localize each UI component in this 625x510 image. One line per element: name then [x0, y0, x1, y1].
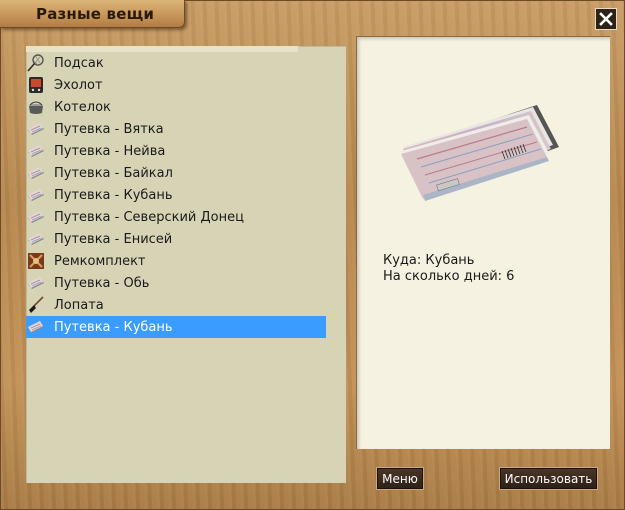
item-list-panel: Подсак Эхолот Котелок Путевка - Вятка Путевк…	[26, 46, 346, 483]
list-item[interactable]: Путевка - Нейва	[26, 140, 326, 162]
title-tab: Разные вещи	[0, 0, 185, 28]
menu-button[interactable]: Меню	[376, 467, 424, 490]
list-header-strip	[26, 46, 298, 52]
list-item[interactable]: Путевка - Северский Донец	[26, 206, 326, 228]
landing-net-icon	[26, 54, 46, 72]
ticket-stack-icon	[387, 87, 562, 211]
list-item-label: Котелок	[54, 99, 111, 115]
ticket-icon	[26, 142, 46, 160]
ticket-icon	[26, 318, 46, 336]
list-item-label: Путевка - Байкал	[54, 165, 173, 181]
list-item[interactable]: Путевка - Енисей	[26, 228, 326, 250]
item-list: Подсак Эхолот Котелок Путевка - Вятка Путевк…	[26, 52, 346, 338]
list-item[interactable]: Путевка - Обь	[26, 272, 326, 294]
window-title: Разные вещи	[36, 5, 155, 23]
list-item-label: Путевка - Нейва	[54, 143, 166, 159]
close-icon	[599, 12, 613, 26]
ticket-icon	[26, 274, 46, 292]
list-item-label: Путевка - Северский Донец	[54, 209, 244, 225]
destination-line: Куда: Кубань	[383, 253, 475, 268]
list-item[interactable]: Котелок	[26, 96, 326, 118]
shovel-icon	[26, 296, 46, 314]
list-item-label: Лопата	[54, 297, 104, 313]
list-item-selected[interactable]: Путевка - Кубань	[26, 316, 326, 338]
list-item[interactable]: Ремкомплект	[26, 250, 326, 272]
list-item-label: Ремкомплект	[54, 253, 146, 269]
ticket-icon	[26, 164, 46, 182]
use-button[interactable]: Использовать	[499, 467, 598, 490]
ticket-icon	[26, 208, 46, 226]
list-item[interactable]: Путевка - Вятка	[26, 118, 326, 140]
pot-icon	[26, 98, 46, 116]
days-line: На сколько дней: 6	[383, 269, 515, 284]
close-button[interactable]	[595, 8, 617, 30]
list-item-label: Путевка - Кубань	[54, 187, 173, 203]
list-item[interactable]: Путевка - Байкал	[26, 162, 326, 184]
list-item-label: Путевка - Кубань	[54, 319, 173, 335]
ticket-icon	[26, 186, 46, 204]
list-item-label: Подсак	[54, 55, 104, 71]
repair-kit-icon	[26, 252, 46, 270]
list-item[interactable]: Путевка - Кубань	[26, 184, 326, 206]
item-description: Куда: Кубань На сколько дней: 6	[383, 253, 514, 285]
list-item-label: Путевка - Вятка	[54, 121, 164, 137]
echo-sounder-icon	[26, 76, 46, 94]
list-item[interactable]: Эхолот	[26, 74, 326, 96]
list-item-label: Путевка - Енисей	[54, 231, 173, 247]
list-item[interactable]: Лопата	[26, 294, 326, 316]
ticket-icon	[26, 120, 46, 138]
list-item-label: Путевка - Обь	[54, 275, 150, 291]
list-item-label: Эхолот	[54, 77, 103, 93]
list-item[interactable]: Подсак	[26, 52, 326, 74]
item-details-panel: Куда: Кубань На сколько дней: 6	[356, 36, 610, 449]
ticket-icon	[26, 230, 46, 248]
